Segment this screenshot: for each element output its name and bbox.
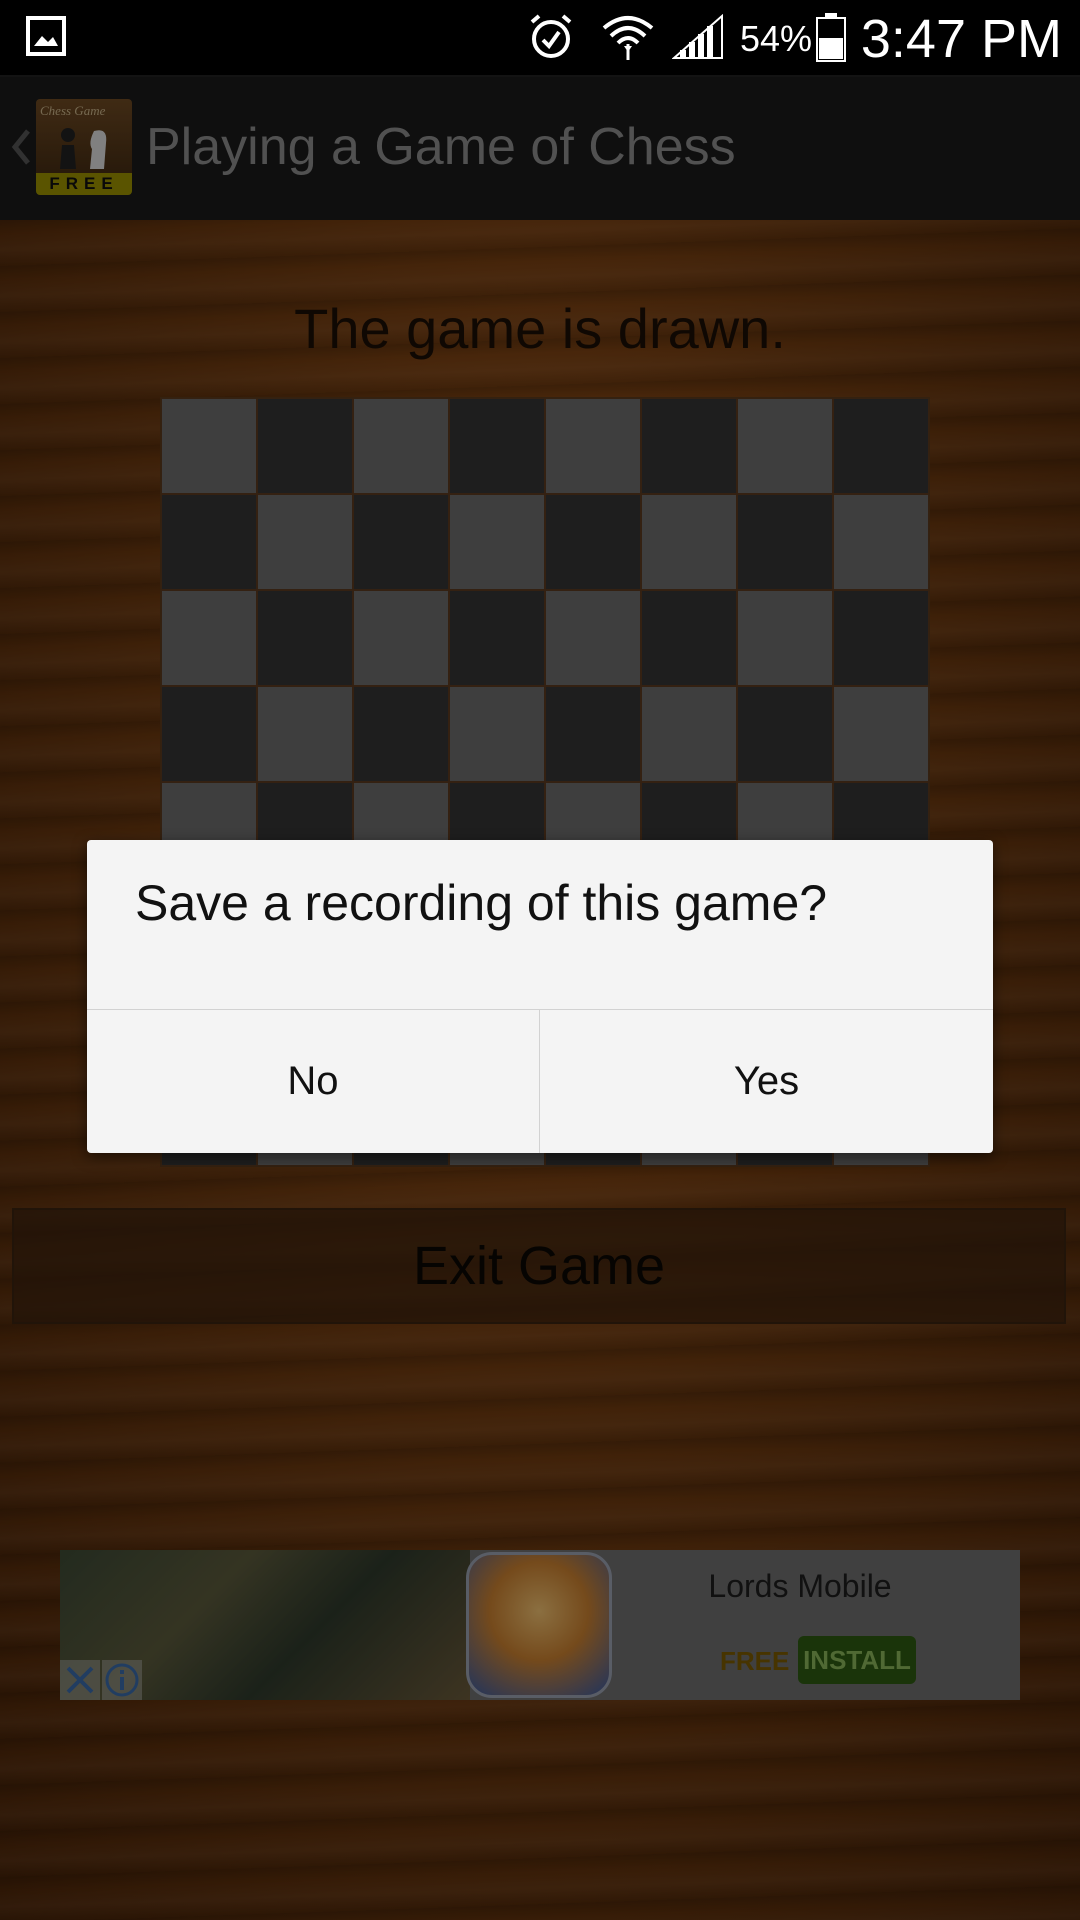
wifi-icon [602,16,654,60]
battery-icon [816,13,846,62]
battery-percent: 54% [740,18,813,59]
clock-time: 3:47 PM [860,9,1062,69]
gallery-icon [26,16,66,56]
dialog-message: Save a recording of this game? [135,875,828,931]
no-button[interactable]: No [87,1010,539,1153]
alarm-icon [530,14,572,58]
save-recording-dialog: Save a recording of this game? No Yes [87,840,993,1153]
signal-icon [672,14,723,59]
status-bar: 54% 3:47 PM [0,0,1080,75]
yes-button[interactable]: Yes [540,1010,993,1153]
